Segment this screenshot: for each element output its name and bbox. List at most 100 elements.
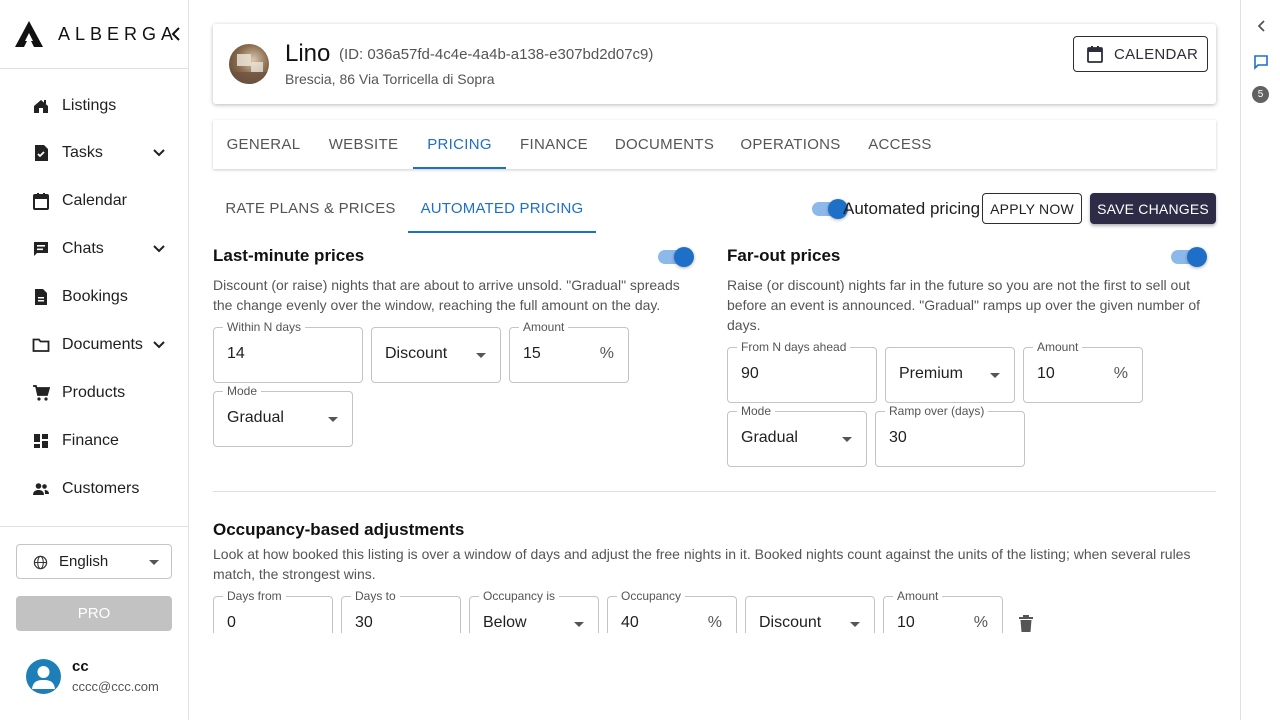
field-label: Amount <box>1033 339 1083 355</box>
percent-suffix: % <box>1113 365 1128 382</box>
from-days-field[interactable]: From N days ahead 90 <box>727 339 877 403</box>
ramp-days-field[interactable]: Ramp over (days) 30 <box>875 403 1025 467</box>
tab-finance[interactable]: FINANCE <box>506 120 602 169</box>
field-value: Discount <box>385 345 448 362</box>
last-minute-type-select[interactable]: Discount <box>371 327 501 383</box>
field-value: Discount <box>759 614 822 631</box>
within-days-field[interactable]: Within N days 14 <box>213 319 363 383</box>
far-out-type-select[interactable]: Premium <box>885 347 1015 403</box>
language-select[interactable]: English <box>16 544 172 579</box>
last-minute-switch[interactable] <box>656 247 694 267</box>
tab-operations[interactable]: OPERATIONS <box>727 120 854 169</box>
last-minute-title: Last-minute prices <box>213 246 365 265</box>
far-out-title: Far-out prices <box>727 246 841 265</box>
sidebar-item-calendar[interactable]: Calendar <box>0 181 188 221</box>
last-minute-mode-select[interactable]: Mode Gradual <box>213 383 353 447</box>
sidebar-item-label: Documents <box>62 336 143 353</box>
field-value: 90 <box>741 365 759 382</box>
field-value: 30 <box>355 614 373 631</box>
field-label: Occupancy is <box>479 588 560 604</box>
pro-button[interactable]: PRO <box>16 596 172 631</box>
dropdown-arrow-icon <box>476 353 486 358</box>
task-icon <box>32 144 50 162</box>
apply-now-button[interactable]: APPLY NOW <box>982 193 1082 224</box>
field-label: Within N days <box>223 319 306 335</box>
calendar-icon <box>1087 46 1103 63</box>
percent-suffix: % <box>973 614 988 631</box>
last-minute-description: Discount (or raise) nights that are abou… <box>213 277 680 313</box>
people-icon <box>32 480 50 498</box>
calendar-icon <box>32 192 50 210</box>
tab-general[interactable]: GENERAL <box>213 120 314 169</box>
tab-pricing[interactable]: PRICING <box>413 120 506 169</box>
field-value: Below <box>483 614 527 631</box>
field-label: Mode <box>223 383 262 399</box>
field-value: 15 <box>523 345 541 362</box>
occupancy-title: Occupancy-based adjustments <box>213 520 465 539</box>
dropdown-arrow-icon <box>149 560 159 565</box>
sidebar-item-products[interactable]: Products <box>0 373 188 413</box>
field-value: 10 <box>897 614 915 631</box>
sidebar-item-listings[interactable]: Listings <box>0 86 188 126</box>
save-changes-button[interactable]: SAVE CHANGES <box>1090 193 1216 224</box>
far-out-mode-select[interactable]: Mode Gradual <box>727 403 867 467</box>
folder-icon <box>32 336 50 354</box>
sidebar: ALBERGA Listings Tasks Calendar Chats Bo… <box>0 0 189 720</box>
sidebar-item-label: Chats <box>62 240 104 257</box>
field-value: Gradual <box>227 409 284 426</box>
brand[interactable]: ALBERGA <box>14 18 178 50</box>
tab-documents[interactable]: DOCUMENTS <box>602 120 727 169</box>
language-value: English <box>59 553 109 570</box>
calendar-button-label: CALENDAR <box>1114 46 1199 63</box>
percent-suffix: % <box>599 345 614 362</box>
chat-icon[interactable] <box>1253 54 1269 70</box>
dropdown-arrow-icon <box>328 417 338 422</box>
avatar[interactable] <box>26 659 61 694</box>
field-value: Gradual <box>741 429 798 446</box>
last-minute-amount-field[interactable]: Amount 15 % <box>509 319 629 383</box>
tab-website[interactable]: WEBSITE <box>314 120 413 169</box>
field-value: 14 <box>227 345 245 362</box>
notification-badge[interactable]: 5 <box>1252 86 1269 103</box>
sidebar-item-documents[interactable]: Documents <box>0 325 188 365</box>
sidebar-divider <box>0 526 188 527</box>
field-label: From N days ahead <box>737 339 851 355</box>
field-label: Amount <box>519 319 569 335</box>
collapse-sidebar-icon[interactable] <box>170 26 182 42</box>
sidebar-item-bookings[interactable]: Bookings <box>0 277 188 317</box>
occupancy-description: Look at how booked this listing is over … <box>213 546 1191 582</box>
field-value: 0 <box>227 614 236 631</box>
far-out-description: Raise (or discount) nights far in the fu… <box>727 277 1201 333</box>
percent-suffix: % <box>707 614 722 631</box>
far-out-switch[interactable] <box>1169 247 1207 267</box>
sidebar-item-label: Calendar <box>62 192 127 209</box>
listing-id: (ID: 036a57fd-4c4e-4a4b-a138-e307bd2d07c… <box>339 46 654 63</box>
tab-access[interactable]: ACCESS <box>854 120 946 169</box>
subtab-automated-pricing[interactable]: AUTOMATED PRICING <box>408 184 596 233</box>
alberga-logo-icon <box>15 21 43 47</box>
sidebar-item-label: Finance <box>62 432 119 449</box>
far-out-amount-field[interactable]: Amount 10 % <box>1023 339 1143 403</box>
sidebar-item-label: Products <box>62 384 126 401</box>
trash-icon[interactable] <box>1017 614 1035 634</box>
section-divider <box>213 491 1216 492</box>
subtab-rate-plans[interactable]: RATE PLANS & PRICES <box>213 184 408 233</box>
sidebar-item-customers[interactable]: Customers <box>0 469 188 509</box>
listing-photo <box>229 44 269 84</box>
sidebar-item-finance[interactable]: Finance <box>0 421 188 461</box>
chevron-down-icon <box>153 341 165 349</box>
user-name: cc <box>72 658 89 675</box>
switch-thumb <box>1187 247 1207 267</box>
field-value: Premium <box>899 365 964 382</box>
field-label: Mode <box>737 403 776 419</box>
sidebar-item-tasks[interactable]: Tasks <box>0 133 188 173</box>
calendar-button[interactable]: CALENDAR <box>1073 36 1208 72</box>
globe-icon <box>33 555 48 570</box>
sidebar-item-label: Listings <box>62 97 117 114</box>
sidebar-item-chats[interactable]: Chats <box>0 229 188 269</box>
field-label: Amount <box>893 588 943 604</box>
chevron-down-icon <box>153 245 165 253</box>
chevron-left-icon[interactable] <box>1255 18 1267 34</box>
field-label: Ramp over (days) <box>885 403 989 419</box>
switch-thumb <box>674 247 694 267</box>
